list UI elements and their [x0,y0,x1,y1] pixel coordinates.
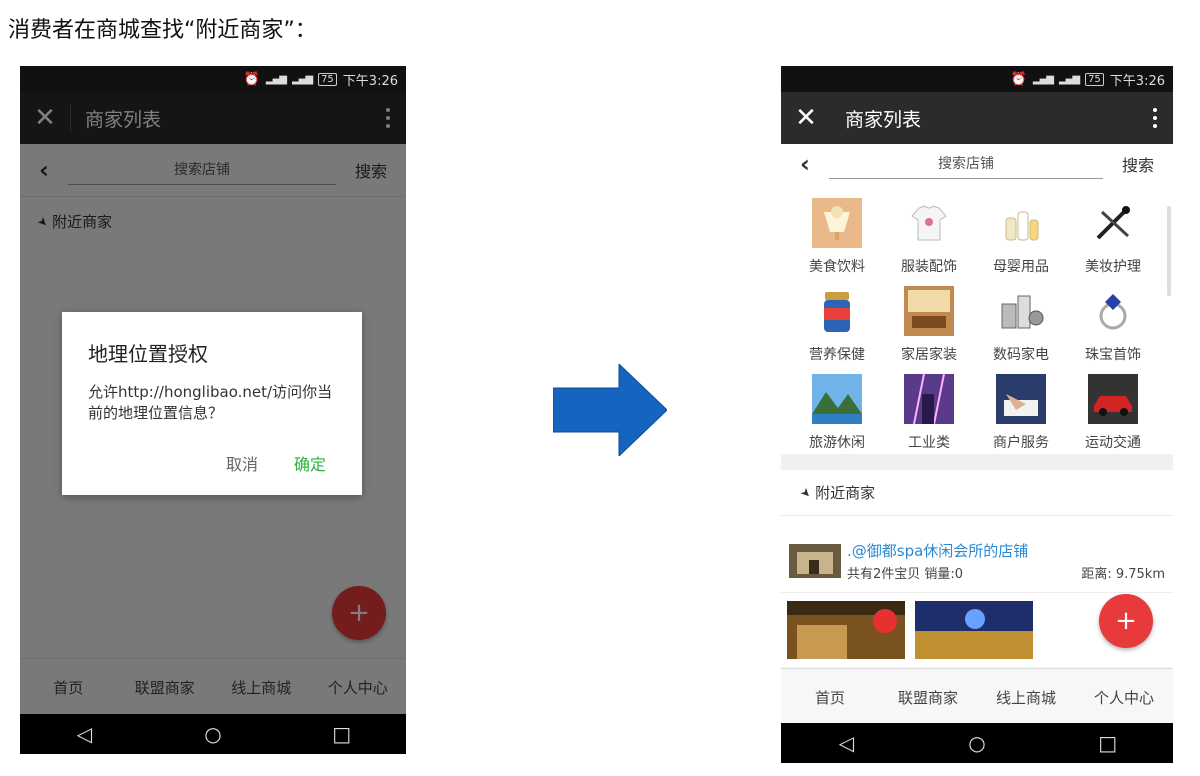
shop-meta: 共有2件宝贝 销量:0 距离: 9.75km [847,563,1165,582]
shop-photo[interactable] [787,601,905,659]
baby-bottle-icon [1005,211,1039,241]
category-label: 美妆护理 [1085,259,1141,275]
room-interior-icon [904,286,954,336]
dialog-body: 允许http://honglibao.net/访问你当前的地理位置信息？ [88,383,333,422]
page-title: 商家列表 [845,108,922,131]
add-fab-button[interactable]: + [1099,594,1153,648]
right-arrow-icon [553,364,667,456]
category-label: 家居家装 [901,347,957,363]
status-bar: ⏰ ▂▄▆ ▂▄▆ 75 下午3:26 [20,66,406,92]
category-travel[interactable]: 旅游休闲 [791,366,883,454]
search-input[interactable] [829,149,1103,179]
signal-icon-2: ▂▄▆ [1058,73,1080,85]
home-circle-icon[interactable]: ○ [947,731,1007,755]
category-home[interactable]: 家居家装 [883,278,975,366]
dialog-cancel-button[interactable]: 取消 [226,451,258,475]
category-merchant-service[interactable]: 商户服务 [975,366,1067,454]
category-clothing[interactable]: 服装配饰 [883,190,975,278]
category-label: 母婴用品 [993,259,1049,275]
dialog-confirm-button[interactable]: 确定 [294,451,326,475]
location-permission-dialog: 地理位置授权 允许http://honglibao.net/访问你当前的地理位置… [62,312,362,495]
ring-icon [1099,294,1127,330]
back-triangle-icon[interactable]: ◁ [54,722,114,746]
tshirt-icon [911,205,947,241]
section-divider [781,454,1173,470]
dialog-title: 地理位置授权 [88,342,208,366]
category-label: 商户服务 [993,435,1049,451]
recent-square-icon[interactable]: □ [1078,731,1138,755]
supplement-jar-icon [824,292,850,332]
category-label: 旅游休闲 [809,435,865,451]
handshake-icon [996,374,1046,424]
category-label: 工业类 [908,435,950,451]
more-menu-icon[interactable] [1137,108,1173,128]
nav-alliance-merchants[interactable]: 联盟商家 [879,687,977,708]
car-icon [1088,374,1138,424]
nav-online-mall[interactable]: 线上商城 [977,687,1075,708]
scrollbar[interactable] [1167,206,1171,296]
appliance-icon [1001,295,1044,329]
shop-info: .@御都spa休闲会所的店铺 共有2件宝贝 销量:0 距离: 9.75km [847,540,1165,582]
category-grid: 美食饮料 服装配饰 母婴用品 美妆护理 营养保健 家居家装 数码家电 珠宝首饰 [781,184,1173,454]
nearby-header: ➤ 附近商家 [781,470,1173,516]
back-triangle-icon[interactable]: ◁ [816,731,876,755]
category-label: 珠宝首饰 [1085,347,1141,363]
category-health[interactable]: 营养保健 [791,278,883,366]
category-industry[interactable]: 工业类 [883,366,975,454]
category-baby[interactable]: 母婴用品 [975,190,1067,278]
drink-icon [812,198,862,248]
category-label: 运动交通 [1085,435,1141,451]
home-circle-icon[interactable]: ○ [183,722,243,746]
back-icon[interactable]: ‹ [781,150,829,178]
category-beauty[interactable]: 美妆护理 [1067,190,1159,278]
category-label: 数码家电 [993,347,1049,363]
android-nav-bar: ◁ ○ □ [781,723,1173,763]
shop-thumbnail [789,544,841,578]
shop-photo[interactable] [915,601,1033,659]
phone-right: ⏰ ▂▄▆ ▂▄▆ 75 下午3:26 ✕ 商家列表 ‹ 搜索 美食饮料 服装配… [781,66,1173,763]
battery-icon: 75 [1085,72,1104,86]
search-row: ‹ 搜索 [781,144,1173,184]
category-jewelry[interactable]: 珠宝首饰 [1067,278,1159,366]
search-button[interactable]: 搜索 [1103,152,1173,176]
location-arrow-icon: ➤ [797,483,815,502]
nearby-label: 附近商家 [815,484,876,502]
signal-icon: ▂▄▆ [265,73,287,85]
industry-icon [904,374,954,424]
shop-item[interactable]: .@御都spa休闲会所的店铺 共有2件宝贝 销量:0 距离: 9.75km [781,530,1173,593]
category-electronics[interactable]: 数码家电 [975,278,1067,366]
status-bar: ⏰ ▂▄▆ ▂▄▆ 75 下午3:26 [781,66,1173,92]
caption: 消费者在商城查找“附近商家”： [8,18,317,43]
spacer [781,516,1173,530]
makeup-brush-icon [1096,206,1130,240]
category-label: 美食饮料 [809,259,865,275]
category-label: 服装配饰 [901,259,957,275]
landscape-icon [812,374,862,424]
category-food-drink[interactable]: 美食饮料 [791,190,883,278]
recent-square-icon[interactable]: □ [312,722,372,746]
category-label: 营养保健 [809,347,865,363]
alarm-icon: ⏰ [243,71,260,87]
shop-distance: 距离: 9.75km [1081,567,1165,582]
signal-icon-2: ▂▄▆ [291,73,313,85]
clock: 下午3:26 [1109,73,1165,89]
signal-icon: ▂▄▆ [1032,73,1054,85]
nav-personal-center[interactable]: 个人中心 [1075,687,1173,708]
android-nav-bar: ◁ ○ □ [20,714,406,754]
battery-icon: 75 [318,72,337,86]
title-bar: ✕ 商家列表 [781,92,1173,144]
nav-home[interactable]: 首页 [781,687,879,708]
clock: 下午3:26 [342,73,398,89]
alarm-icon: ⏰ [1010,71,1027,87]
category-sports-transport[interactable]: 运动交通 [1067,366,1159,454]
close-icon[interactable]: ✕ [781,103,831,133]
shop-stats: 共有2件宝贝 销量:0 [847,567,964,582]
bottom-nav: 首页 联盟商家 线上商城 个人中心 [781,668,1173,725]
phone-left: ⏰ ▂▄▆ ▂▄▆ 75 下午3:26 ✕ 商家列表 ‹ 搜索 ➤ 附近商家 +… [20,66,406,754]
shop-name-link[interactable]: .@御都spa休闲会所的店铺 [847,540,1165,561]
